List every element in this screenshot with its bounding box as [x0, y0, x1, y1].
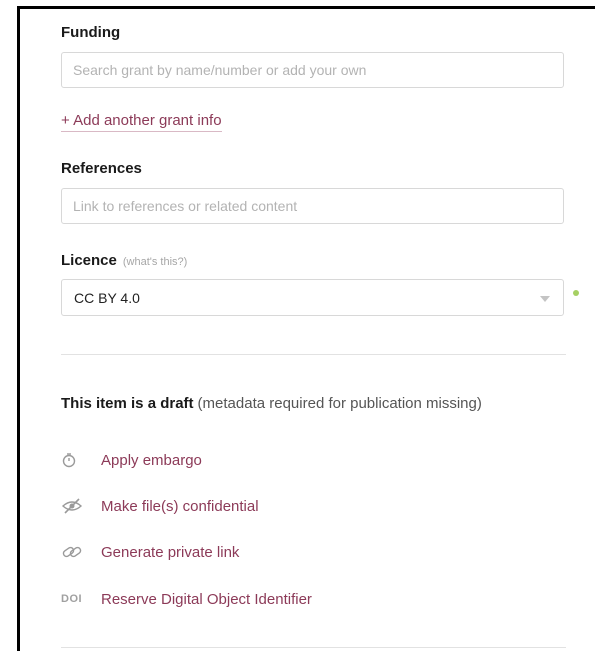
- section-divider: [61, 354, 566, 355]
- doi-icon: DOI: [61, 589, 91, 609]
- licence-select[interactable]: CC BY 4.0: [61, 279, 564, 316]
- references-input[interactable]: [61, 188, 564, 224]
- licence-help-link[interactable]: (what's this?): [123, 256, 187, 268]
- add-grant-link[interactable]: + Add another grant info: [61, 112, 222, 132]
- references-heading: References: [61, 160, 142, 177]
- window: Funding + Add another grant info Referen…: [0, 0, 595, 651]
- funding-heading: Funding: [61, 24, 121, 41]
- eye-off-icon: [61, 496, 91, 516]
- section-divider-bottom: [61, 647, 566, 648]
- draft-status: This item is a draft (metadata required f…: [61, 395, 482, 412]
- reserve-doi-label: Reserve Digital Object Identifier: [101, 590, 312, 608]
- chevron-down-icon: [540, 296, 550, 302]
- licence-heading: Licence (what's this?): [61, 252, 187, 269]
- funding-search-input[interactable]: [61, 52, 564, 88]
- make-confidential-action[interactable]: Make file(s) confidential: [61, 496, 259, 516]
- generate-private-link-action[interactable]: Generate private link: [61, 542, 239, 562]
- doi-icon-text: DOI: [61, 593, 83, 605]
- reserve-doi-action[interactable]: DOI Reserve Digital Object Identifier: [61, 589, 312, 609]
- apply-embargo-label: Apply embargo: [101, 451, 202, 469]
- apply-embargo-action[interactable]: Apply embargo: [61, 450, 202, 470]
- make-confidential-label: Make file(s) confidential: [101, 497, 259, 515]
- licence-selected-value: CC BY 4.0: [74, 290, 140, 306]
- generate-private-link-label: Generate private link: [101, 543, 240, 561]
- draft-note: (metadata required for publication missi…: [197, 395, 482, 412]
- licence-label: Licence: [61, 252, 117, 269]
- draft-title: This item is a draft: [61, 395, 194, 412]
- licence-status-dot: [573, 290, 579, 296]
- stopwatch-icon: [61, 450, 91, 470]
- metadata-panel: Funding + Add another grant info Referen…: [20, 9, 595, 651]
- link-icon: [61, 542, 91, 562]
